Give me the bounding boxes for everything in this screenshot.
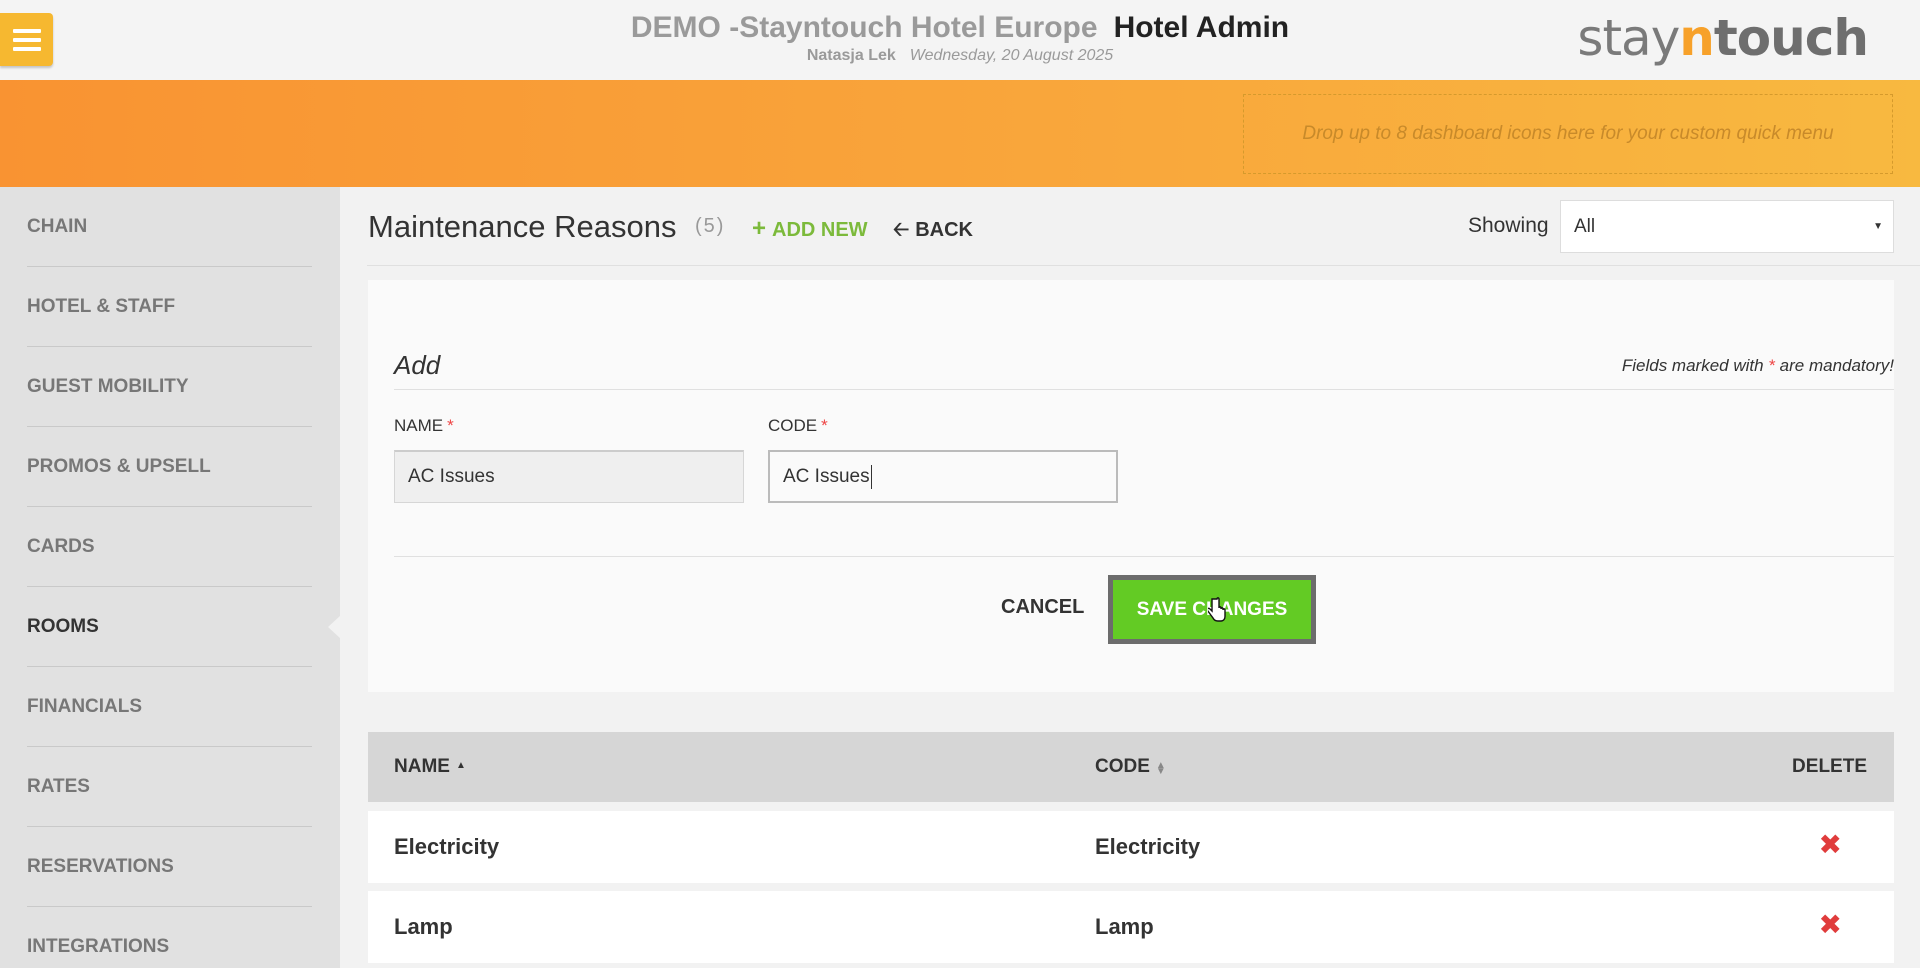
form-title: Add [394, 350, 441, 380]
close-icon[interactable]: ✖ [1819, 909, 1842, 941]
mandatory-note: Fields marked with * are mandatory! [1621, 356, 1894, 375]
table-header: NAME ▲ CODE ▲ ▼ DELETE [368, 732, 1894, 802]
sort-up-icon: ▲ [455, 760, 466, 771]
row-name: Lamp [394, 914, 453, 939]
table-row[interactable]: Lamp Lamp ✖ [368, 891, 1894, 963]
chevron-down-icon: ▼ [1873, 221, 1883, 232]
divider [394, 556, 1894, 557]
cancel-button[interactable]: CANCEL [1001, 596, 1084, 619]
code-input[interactable]: AC Issues [768, 450, 1118, 503]
arrow-left-icon: 🡠 [893, 219, 910, 241]
column-header-name[interactable]: NAME ▲ [394, 756, 466, 778]
sidebar-item-hotel-staff[interactable]: HOTEL & STAFF [27, 267, 312, 347]
divider [367, 265, 1920, 266]
stayntouch-logo: stayntouch [1577, 9, 1869, 67]
sidebar-item-chain[interactable]: CHAIN [27, 187, 312, 267]
page-title: Maintenance Reasons [368, 209, 677, 244]
sidebar-item-reservations[interactable]: RESERVATIONS [27, 827, 312, 907]
row-code: Electricity [1095, 834, 1201, 859]
user-name: Natasja Lek [806, 47, 896, 64]
row-name: Electricity [394, 834, 500, 859]
quick-menu-dropzone[interactable]: Drop up to 8 dashboard icons here for yo… [1243, 94, 1893, 174]
main-content: Maintenance Reasons (5) + ADD NEW 🡠 BACK S… [340, 187, 1920, 968]
row-code: Lamp [1095, 914, 1154, 939]
hotel-name: DEMO -Stayntouch Hotel Europe [630, 11, 1098, 44]
sidebar-item-promos-upsell[interactable]: PROMOS & UPSELL [27, 427, 312, 507]
showing-select[interactable]: All ▼ [1560, 200, 1894, 253]
add-new-button[interactable]: + ADD NEW [752, 215, 868, 243]
close-icon[interactable]: ✖ [1819, 829, 1842, 861]
sidebar-item-guest-mobility[interactable]: GUEST MOBILITY [27, 347, 312, 427]
name-input[interactable]: AC Issues [394, 450, 744, 503]
sidebar-item-rates[interactable]: RATES [27, 747, 312, 827]
app-name: Hotel Admin [1113, 11, 1290, 44]
hand-pointer-icon [1208, 597, 1226, 622]
sort-icon: ▲ ▼ [1155, 760, 1166, 777]
plus-icon: + [752, 215, 767, 242]
text-caret [870, 464, 872, 489]
table-row[interactable]: Electricity Electricity ✖ [368, 811, 1894, 883]
divider [394, 389, 1894, 390]
header-date: Wednesday, 20 August 2025 [909, 47, 1114, 64]
item-count: (5) [695, 215, 726, 237]
sidebar-item-integrations[interactable]: INTEGRATIONS [27, 907, 312, 968]
column-header-code[interactable]: CODE ▲ ▼ [1095, 756, 1166, 778]
quick-menu-band: Drop up to 8 dashboard icons here for yo… [0, 80, 1920, 187]
add-form: Add Fields marked with * are mandatory! … [368, 280, 1894, 692]
back-button[interactable]: 🡠 BACK [893, 215, 973, 249]
column-header-delete: DELETE [1792, 756, 1867, 777]
showing-label: Showing [1468, 214, 1549, 237]
name-label: NAME * [394, 416, 454, 435]
sidebar-item-cards[interactable]: CARDS [27, 507, 312, 587]
sidebar: CHAIN HOTEL & STAFF GUEST MOBILITY PROMO… [0, 187, 341, 968]
code-label: CODE * [768, 416, 828, 435]
sidebar-item-financials[interactable]: FINANCIALS [27, 667, 312, 747]
top-header: DEMO -Stayntouch Hotel Europe Hotel Admin… [0, 0, 1920, 80]
sidebar-item-rooms[interactable]: ROOMS [27, 587, 312, 667]
